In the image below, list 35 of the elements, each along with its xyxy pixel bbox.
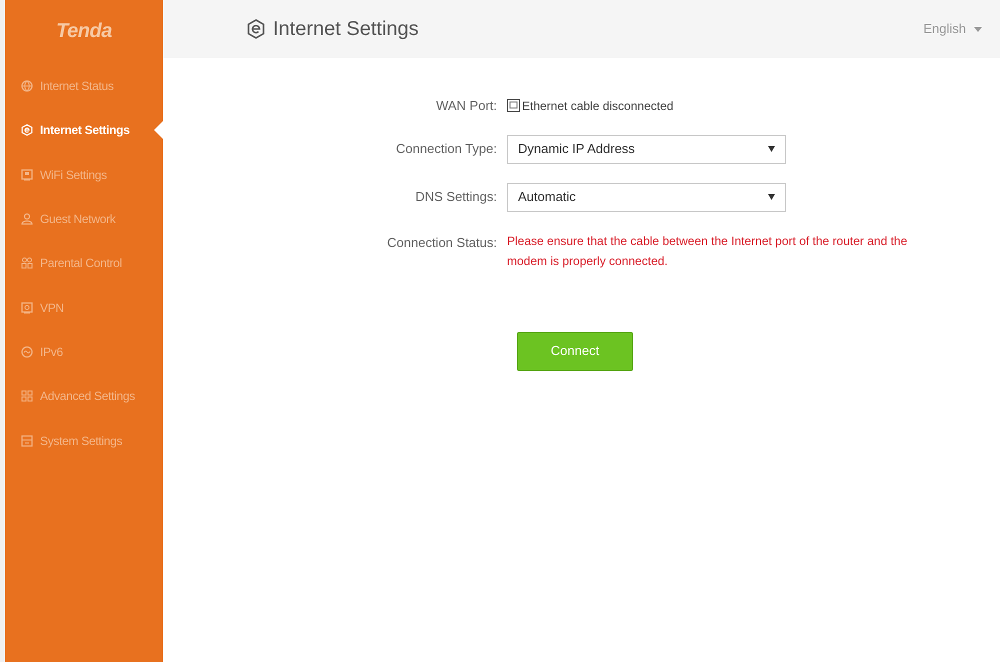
grid-icon [21, 390, 33, 402]
sidebar-item[interactable]: Guest Network [5, 196, 163, 242]
settings-icon [21, 434, 33, 447]
guest-icon [21, 213, 33, 226]
error-message: Please ensure that the cable between the Internet port of the router and the modem is properly connected. [507, 232, 908, 270]
language-dropdown[interactable]: English [923, 19, 982, 39]
sidebar-item[interactable]: Parental Control [5, 241, 163, 286]
sidebar-item[interactable]: IPv6 [5, 330, 163, 374]
sidebar-item[interactable]: Internet Status [5, 64, 163, 108]
select-field[interactable]: Automatic [507, 182, 786, 212]
caret-icon [974, 26, 982, 32]
status-text: Ethernet cable disconnected [522, 98, 674, 115]
field-label: DNS Settings: [414, 188, 498, 206]
people-icon [21, 257, 33, 270]
port-icon [507, 99, 520, 112]
globe-icon [21, 80, 33, 92]
caret-icon [768, 146, 775, 152]
internet-icon [21, 124, 33, 136]
router-icon [21, 168, 33, 181]
sidebar-item[interactable]: System Settings [5, 418, 163, 463]
sidebar-item[interactable]: VPN [5, 285, 163, 330]
page-title: Internet Settings [273, 17, 419, 42]
internet-icon [247, 19, 265, 39]
shield-icon [21, 302, 33, 314]
logo: Tenda [55, 19, 113, 44]
select-field[interactable]: Dynamic IP Address [507, 134, 786, 164]
connect-button[interactable]: Connect [517, 332, 633, 370]
sidebar-item[interactable]: WiFi Settings [5, 152, 163, 197]
wave-icon [21, 346, 33, 358]
field-label: Connection Type: [395, 140, 498, 158]
field-label: Connection Status: [386, 234, 498, 252]
field-label: WAN Port: [435, 97, 498, 115]
sidebar-item[interactable]: Internet Settings [5, 108, 163, 153]
caret-icon [768, 194, 775, 200]
sidebar-item[interactable]: Advanced Settings [5, 374, 163, 418]
